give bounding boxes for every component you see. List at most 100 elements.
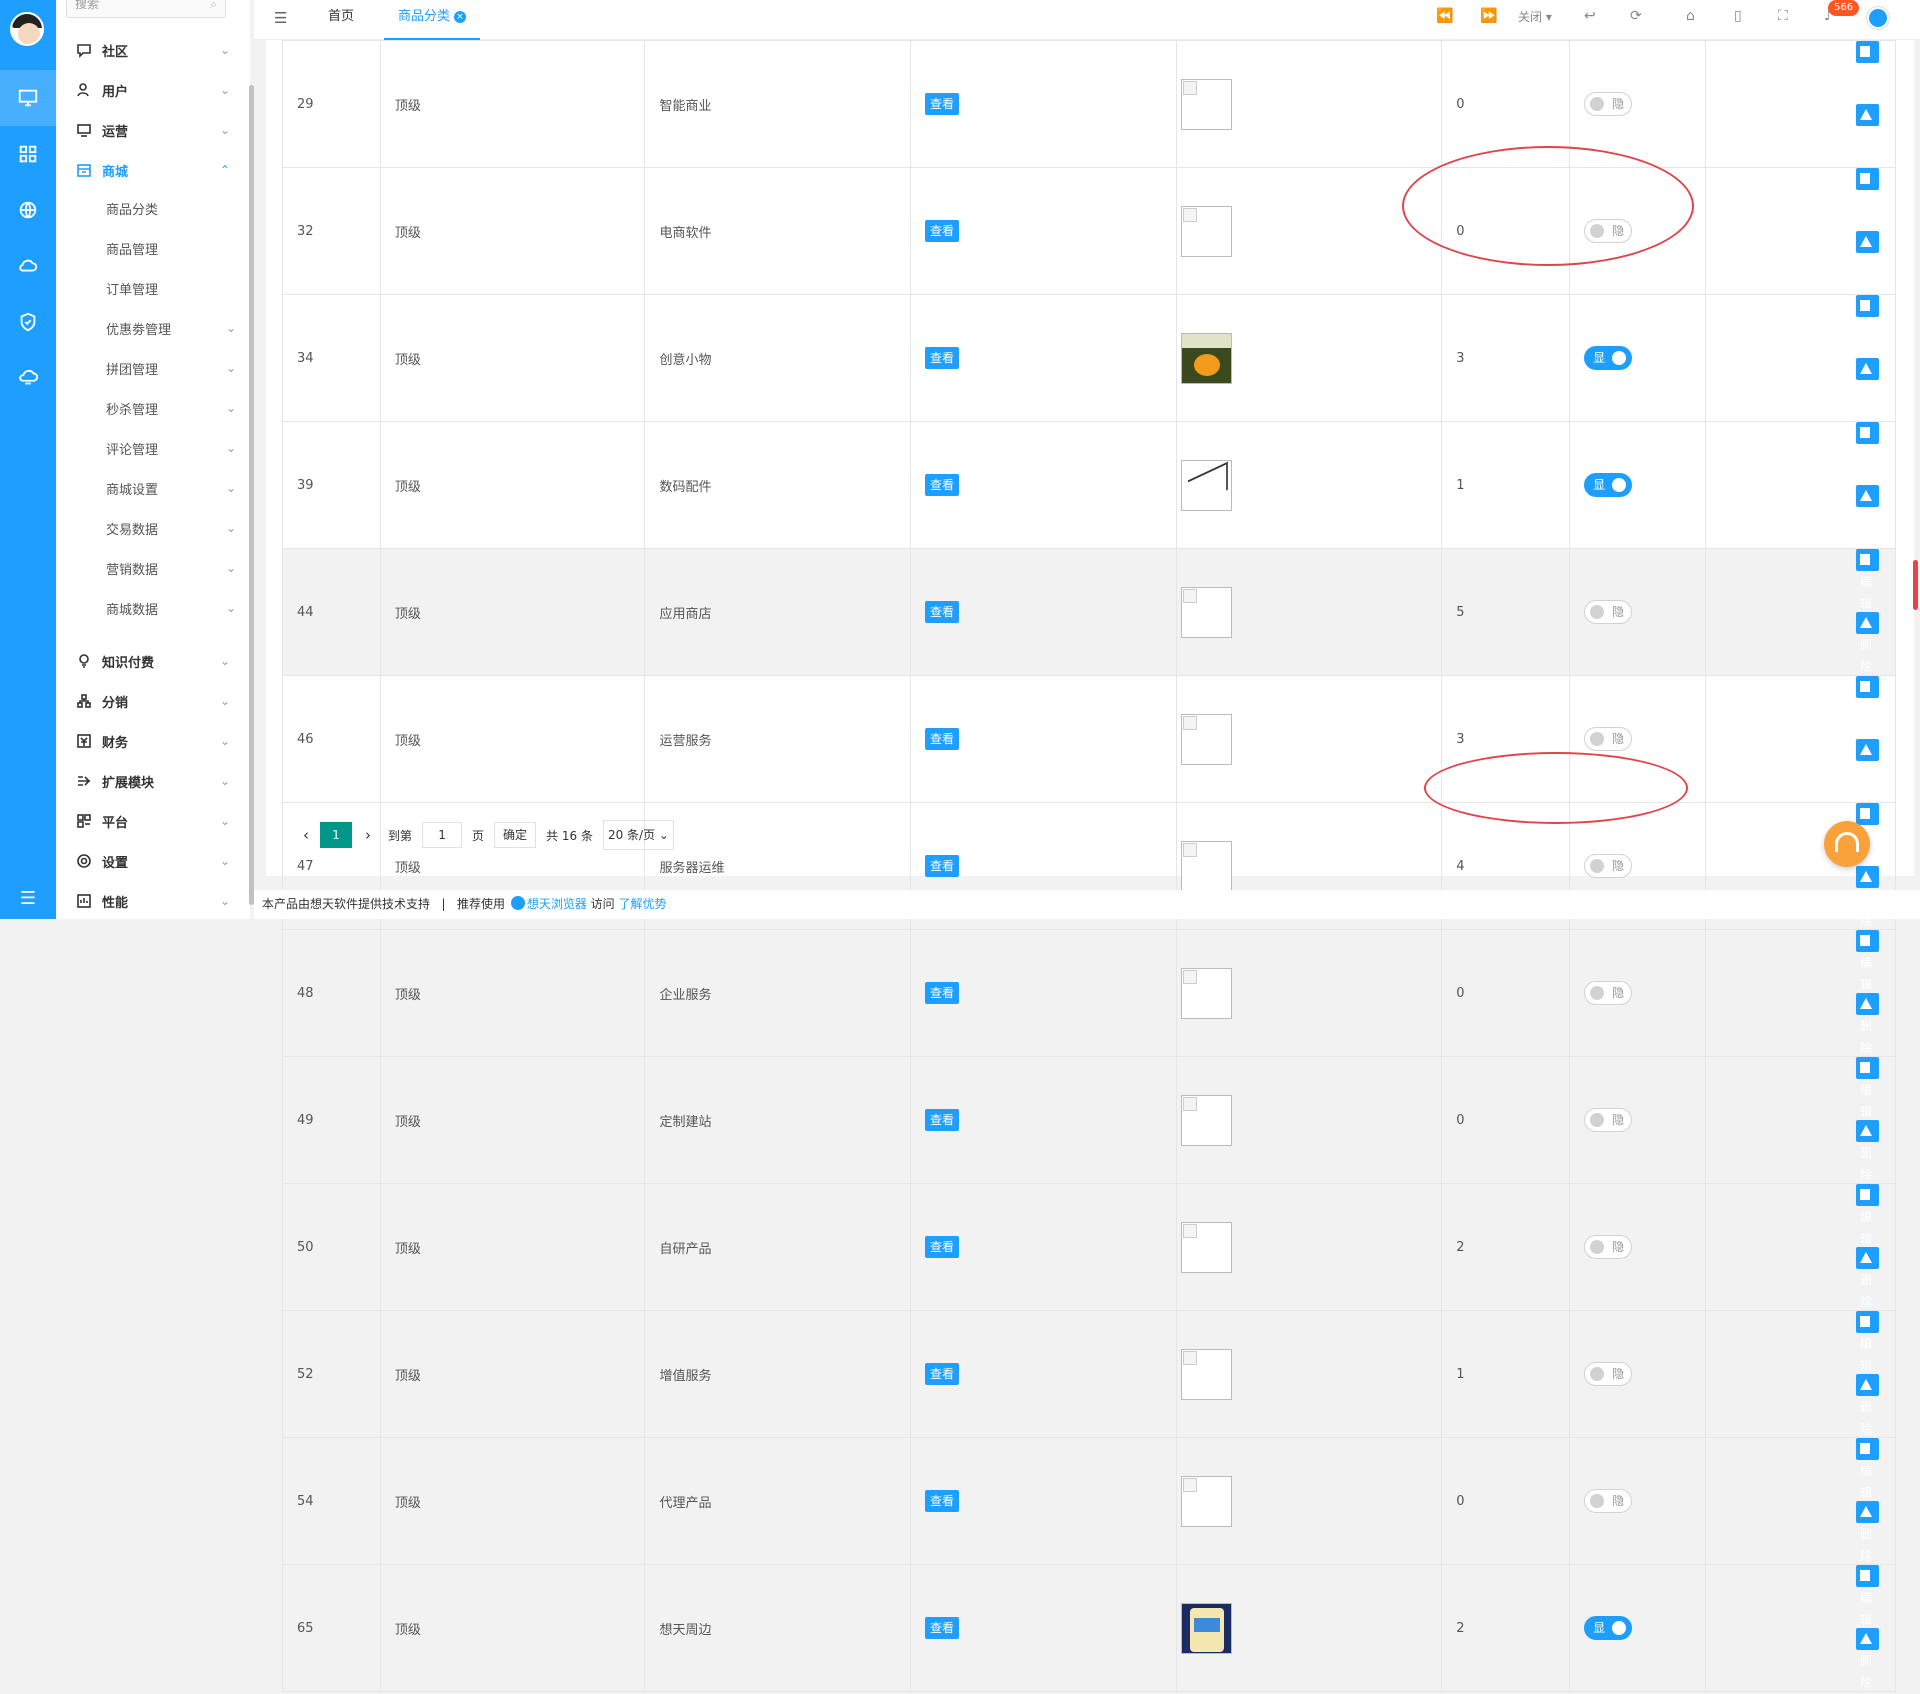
- tab-category[interactable]: 商品分类 ×: [384, 0, 481, 40]
- goto-page-input[interactable]: 1: [422, 822, 463, 848]
- sidebar-group-community[interactable]: 社区 ⌄: [56, 33, 236, 67]
- delete-button[interactable]: 删除: [1856, 739, 1879, 801]
- broken-image[interactable]: [1180, 1348, 1232, 1400]
- refresh-icon[interactable]: ⟳: [1630, 8, 1642, 24]
- view-button[interactable]: 查看: [925, 728, 960, 750]
- broken-image[interactable]: [1180, 586, 1232, 638]
- back-icon[interactable]: ↩: [1584, 8, 1596, 24]
- visibility-switch[interactable]: 隐: [1584, 1235, 1633, 1259]
- view-button[interactable]: 查看: [925, 1109, 960, 1131]
- visibility-switch[interactable]: 隐: [1584, 1489, 1633, 1513]
- delete-button[interactable]: 删除: [1856, 1247, 1879, 1309]
- category-image[interactable]: [1180, 1602, 1232, 1654]
- sidebar-group-knowledge[interactable]: 知识付费 ⌄: [56, 644, 236, 678]
- broken-image[interactable]: [1180, 1475, 1232, 1527]
- sidebar-item-category[interactable]: 商品分类: [56, 191, 236, 225]
- edit-button[interactable]: 编辑: [1856, 1184, 1879, 1246]
- page-size-select[interactable]: 20 条/页 ⌄: [602, 820, 674, 850]
- sidebar-group-platform[interactable]: 平台 ⌄: [56, 804, 236, 838]
- visibility-switch[interactable]: 隐: [1584, 1362, 1633, 1386]
- user-avatar[interactable]: [1867, 7, 1889, 29]
- view-button[interactable]: 查看: [925, 601, 960, 623]
- learn-more-link[interactable]: 了解优势: [619, 897, 667, 911]
- cloud-server-icon[interactable]: [0, 350, 56, 406]
- visibility-switch[interactable]: 显: [1584, 346, 1633, 370]
- sidebar-group-mall[interactable]: 商城 ⌃: [56, 153, 236, 187]
- sidebar-item-orders[interactable]: 订单管理: [56, 271, 236, 305]
- delete-button[interactable]: 删除: [1856, 1628, 1879, 1690]
- delete-button[interactable]: 删除: [1856, 104, 1879, 166]
- shield-icon[interactable]: [0, 294, 56, 350]
- delete-button[interactable]: 删除: [1856, 1501, 1879, 1563]
- cloud-icon[interactable]: [0, 238, 56, 294]
- delete-button[interactable]: 删除: [1856, 612, 1879, 674]
- current-page-button[interactable]: 1: [320, 822, 352, 848]
- edit-button[interactable]: 编辑: [1856, 1057, 1879, 1119]
- visibility-switch[interactable]: 隐: [1584, 727, 1633, 751]
- sidebar-item-group-buy[interactable]: 拼团管理 ⌄: [56, 351, 236, 385]
- visibility-switch[interactable]: 隐: [1584, 981, 1633, 1005]
- scroll-right-icon[interactable]: ⏩: [1480, 8, 1497, 24]
- prev-page-icon[interactable]: ‹: [296, 826, 316, 844]
- view-button[interactable]: 查看: [925, 1363, 960, 1385]
- scroll-left-icon[interactable]: ⏪: [1436, 8, 1453, 24]
- edit-button[interactable]: 编辑: [1856, 295, 1879, 357]
- visibility-switch[interactable]: 显: [1584, 473, 1633, 497]
- sidebar-item-marketing-data[interactable]: 营销数据 ⌄: [56, 551, 236, 585]
- delete-button[interactable]: 删除: [1856, 358, 1879, 420]
- view-button[interactable]: 查看: [925, 93, 960, 115]
- edit-button[interactable]: 编辑: [1856, 930, 1879, 992]
- edit-button[interactable]: 编辑: [1856, 1438, 1879, 1500]
- mobile-icon[interactable]: ▯: [1734, 8, 1742, 24]
- edit-button[interactable]: 编辑: [1856, 803, 1879, 865]
- view-button[interactable]: 查看: [925, 220, 960, 242]
- visibility-switch[interactable]: 隐: [1584, 600, 1633, 624]
- avatar[interactable]: [10, 12, 44, 46]
- next-page-icon[interactable]: ›: [358, 826, 378, 844]
- confirm-button[interactable]: 确定: [494, 822, 537, 848]
- search-icon[interactable]: ⌕: [210, 0, 217, 17]
- search-input[interactable]: 搜索 ⌕: [66, 0, 226, 18]
- fold-menu-icon[interactable]: ☰: [274, 9, 287, 27]
- close-icon[interactable]: ×: [454, 11, 467, 23]
- globe-icon[interactable]: [0, 182, 56, 238]
- view-button[interactable]: 查看: [925, 982, 960, 1004]
- view-button[interactable]: 查看: [925, 474, 960, 496]
- edit-button[interactable]: 编辑: [1856, 549, 1879, 611]
- broken-image[interactable]: [1180, 1221, 1232, 1273]
- theme-icon[interactable]: ⌂: [1686, 8, 1695, 24]
- edit-button[interactable]: 编辑: [1856, 676, 1879, 738]
- page-scrollbar[interactable]: [1913, 560, 1918, 610]
- edit-button[interactable]: 编辑: [1856, 1311, 1879, 1373]
- apps-icon[interactable]: [0, 126, 56, 182]
- sidebar-group-finance[interactable]: 财务 ⌄: [56, 724, 236, 758]
- view-button[interactable]: 查看: [925, 855, 960, 877]
- view-button[interactable]: 查看: [925, 1617, 960, 1639]
- edit-button[interactable]: 编辑: [1856, 422, 1879, 484]
- broken-image[interactable]: [1180, 713, 1232, 765]
- sidebar-group-settings[interactable]: 设置 ⌄: [56, 844, 236, 878]
- sidebar-group-extension[interactable]: 扩展模块 ⌄: [56, 764, 236, 798]
- close-tabs-dropdown[interactable]: 关闭 ▾: [1518, 8, 1552, 25]
- visibility-switch[interactable]: 显: [1584, 1616, 1633, 1640]
- visibility-switch[interactable]: 隐: [1584, 854, 1633, 878]
- broken-image[interactable]: [1180, 1094, 1232, 1146]
- visibility-switch[interactable]: 隐: [1584, 1108, 1633, 1132]
- sidebar-item-goods[interactable]: 商品管理: [56, 231, 236, 265]
- category-image[interactable]: [1180, 459, 1232, 511]
- sidebar-item-mall-settings[interactable]: 商城设置 ⌄: [56, 471, 236, 505]
- sidebar-item-flash-sale[interactable]: 秒杀管理 ⌄: [56, 391, 236, 425]
- delete-button[interactable]: 删除: [1856, 1120, 1879, 1182]
- sidebar-item-mall-data[interactable]: 商城数据 ⌄: [56, 591, 236, 625]
- view-button[interactable]: 查看: [925, 1236, 960, 1258]
- broken-image[interactable]: [1180, 205, 1232, 257]
- view-button[interactable]: 查看: [925, 1490, 960, 1512]
- customer-service-button[interactable]: [1824, 821, 1870, 867]
- edit-button[interactable]: 编辑: [1856, 41, 1879, 103]
- broken-image[interactable]: [1180, 78, 1232, 130]
- browser-link[interactable]: 想天浏览器: [527, 897, 587, 911]
- edit-button[interactable]: 编辑: [1856, 168, 1879, 230]
- category-image[interactable]: [1180, 332, 1232, 384]
- fullscreen-icon[interactable]: ⛶: [1778, 8, 1788, 24]
- tab-home[interactable]: 首页: [314, 0, 368, 40]
